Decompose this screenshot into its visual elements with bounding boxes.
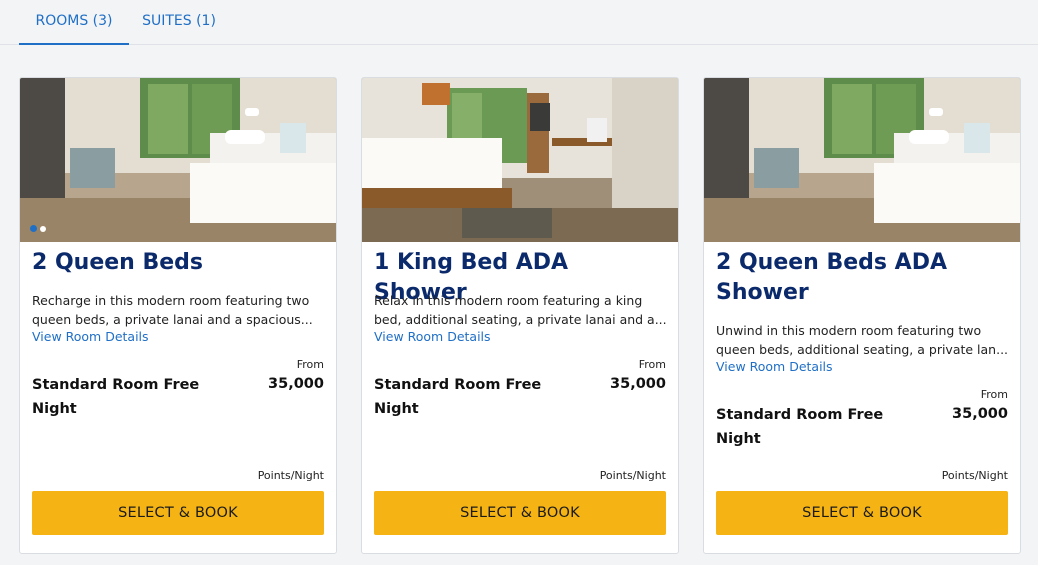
rate-name: Standard Room Free Night bbox=[716, 407, 884, 447]
rate-name: Standard Room Free Night bbox=[32, 377, 200, 417]
room-title: 2 Queen Beds ADA Shower bbox=[716, 250, 947, 305]
from-label: From bbox=[296, 358, 324, 371]
rate-name: Standard Room Free Night bbox=[374, 377, 542, 417]
room-title: 2 Queen Beds bbox=[32, 250, 204, 275]
points-price: 35,000 bbox=[952, 406, 1008, 422]
room-card: 1 King Bed ADA Shower Relax in this mode… bbox=[361, 77, 679, 554]
room-photo[interactable] bbox=[20, 78, 336, 242]
room-photo[interactable] bbox=[362, 78, 678, 242]
carousel-dot-active[interactable] bbox=[30, 225, 37, 232]
room-photo[interactable] bbox=[704, 78, 1020, 242]
points-price: 35,000 bbox=[268, 376, 324, 392]
points-unit-label: Points/Night bbox=[599, 469, 666, 482]
tab-rooms[interactable]: ROOMS (3) bbox=[19, 0, 129, 45]
carousel-dot[interactable] bbox=[40, 225, 46, 232]
select-book-button[interactable]: SELECT & BOOK bbox=[374, 491, 666, 535]
select-book-button[interactable]: SELECT & BOOK bbox=[32, 491, 324, 535]
points-unit-label: Points/Night bbox=[941, 469, 1008, 482]
from-label: From bbox=[638, 358, 666, 371]
points-price: 35,000 bbox=[610, 376, 666, 392]
room-description: Recharge in this modern room featuring t… bbox=[32, 293, 313, 327]
room-card: 2 Queen Beds Recharge in this modern roo… bbox=[19, 77, 337, 554]
view-room-details-link[interactable]: View Room Details bbox=[374, 329, 491, 344]
room-type-tabs: ROOMS (3) SUITES (1) bbox=[0, 0, 1038, 45]
view-room-details-link[interactable]: View Room Details bbox=[716, 359, 833, 374]
room-description: Relax in this modern room featuring a ki… bbox=[374, 293, 667, 327]
tab-suites[interactable]: SUITES (1) bbox=[134, 0, 224, 45]
view-room-details-link[interactable]: View Room Details bbox=[32, 329, 149, 344]
carousel-dots[interactable] bbox=[30, 225, 46, 232]
from-label: From bbox=[980, 388, 1008, 401]
room-description: Unwind in this modern room featuring two… bbox=[716, 323, 1009, 357]
room-card: 2 Queen Beds ADA Shower Unwind in this m… bbox=[703, 77, 1021, 554]
select-book-button[interactable]: SELECT & BOOK bbox=[716, 491, 1008, 535]
points-unit-label: Points/Night bbox=[257, 469, 324, 482]
